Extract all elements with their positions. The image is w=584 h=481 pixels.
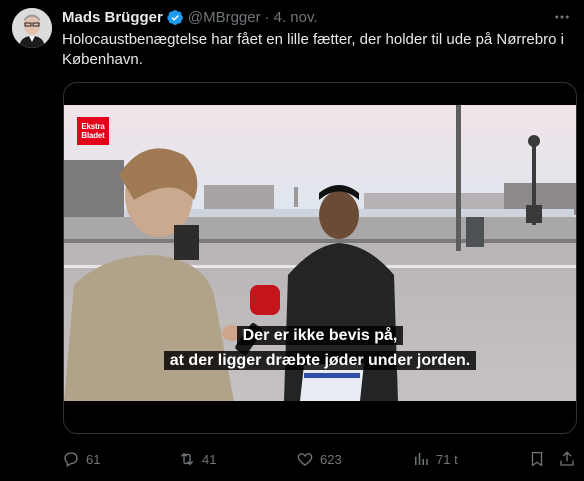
avatar[interactable] — [12, 8, 52, 48]
separator-dot: · — [264, 8, 270, 26]
tweet-header: Mads Brügger @MBrgger · 4. nov. — [62, 7, 318, 27]
views-count: 71 t — [436, 451, 458, 467]
views-button[interactable]: 71 t — [412, 448, 458, 470]
repost-icon — [180, 452, 194, 466]
display-name[interactable]: Mads Brügger — [62, 9, 163, 26]
action-bar: 61 41 623 71 t — [62, 448, 577, 470]
subtitle-text-1: Der er ikke bevis på, — [236, 326, 404, 345]
share-icon — [560, 451, 574, 466]
subtitle-line-2: at der ligger dræbte jøder under jorden. — [64, 350, 576, 372]
video-frame[interactable]: Ekstra Bladet Der er ikke bevis på, at d… — [64, 105, 576, 401]
tweet[interactable]: Mads Brügger @MBrgger · 4. nov. Holocaus… — [0, 0, 584, 481]
reply-icon — [64, 452, 78, 467]
reply-button[interactable]: 61 — [62, 448, 100, 470]
more-icon[interactable] — [552, 9, 572, 25]
video-player[interactable]: Ekstra Bladet Der er ikke bevis på, at d… — [63, 82, 577, 434]
logo-line1: Ekstra — [81, 122, 105, 131]
timestamp[interactable]: 4. nov. — [274, 9, 318, 26]
bookmark-icon — [531, 451, 543, 467]
like-count: 623 — [320, 451, 342, 467]
like-button[interactable]: 623 — [296, 448, 342, 470]
bookmark-button[interactable] — [528, 448, 546, 470]
handle[interactable]: @MBrgger — [188, 9, 261, 26]
verified-badge-icon — [167, 9, 184, 26]
share-button[interactable] — [558, 448, 576, 470]
subtitle-line-1: Der er ikke bevis på, — [64, 325, 576, 347]
repost-button[interactable]: 41 — [178, 448, 216, 470]
ekstra-bladet-logo: Ekstra Bladet — [77, 117, 109, 145]
like-icon — [297, 453, 313, 466]
subtitle-text-2: at der ligger dræbte jøder under jorden. — [163, 351, 477, 370]
views-icon — [415, 453, 428, 465]
logo-line2: Bladet — [81, 131, 105, 140]
repost-count: 41 — [202, 451, 217, 467]
tweet-text: Holocaustbenægtelse har fået en lille fæ… — [62, 31, 564, 68]
reply-count: 61 — [86, 451, 101, 467]
